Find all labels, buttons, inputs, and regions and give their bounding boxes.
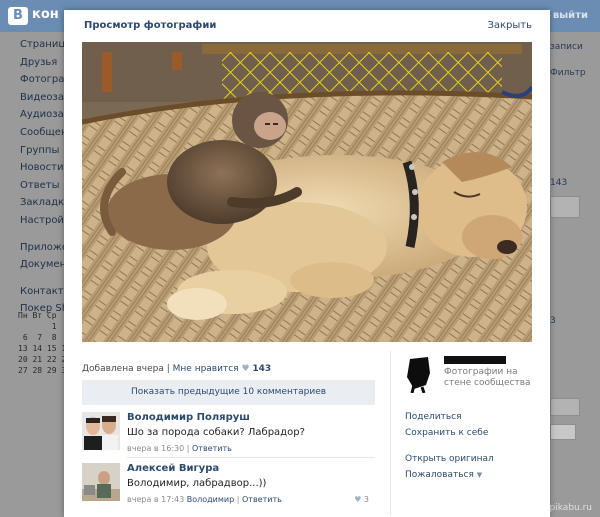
mention-link[interactable]: Володимир <box>187 495 234 504</box>
heart-icon[interactable]: ♥ <box>354 495 361 504</box>
watermark: pikabu.ru <box>549 503 592 513</box>
heart-icon[interactable]: ♥ <box>241 364 249 374</box>
avatar-image <box>82 412 120 450</box>
comment-info: вчера в 17:43 Володимир | Ответить <box>127 495 282 504</box>
bg-count: 143 <box>550 178 568 188</box>
vk-logo-icon[interactable]: В <box>8 7 28 25</box>
photo-meta: Добавлена вчера | Мне нравится ♥ 143 <box>82 364 271 374</box>
comment-separator: | <box>186 444 190 453</box>
comment-divider <box>127 457 375 458</box>
comment-time[interactable]: вчера в 17:43 <box>127 495 184 504</box>
like-count[interactable]: 143 <box>252 364 271 374</box>
actions-gap <box>405 441 494 451</box>
close-link[interactable]: Закрыть <box>487 20 532 31</box>
comment-time[interactable]: вчера в 16:30 <box>127 444 184 453</box>
reply-link[interactable]: Ответить <box>242 495 282 504</box>
posts-link[interactable]: записи <box>550 42 583 52</box>
bg-button[interactable] <box>550 196 580 218</box>
open-original-link[interactable]: Открыть оригинал <box>405 451 494 467</box>
report-link[interactable]: Пожаловаться ▼ <box>405 467 494 483</box>
reply-link[interactable]: Ответить <box>192 444 232 453</box>
modal-title: Просмотр фотографии <box>84 20 217 31</box>
filter-link[interactable]: Фильтр <box>550 68 586 78</box>
report-label[interactable]: Пожаловаться <box>405 470 474 480</box>
photo-illustration <box>82 42 532 342</box>
logo-text: кон <box>32 7 59 22</box>
share-link[interactable]: Поделиться <box>405 409 494 425</box>
photo-actions: Поделиться Сохранить к себе Открыть ориг… <box>405 409 494 483</box>
comment-likes[interactable]: ♥ 3 <box>354 495 369 504</box>
save-link[interactable]: Сохранить к себе <box>405 425 494 441</box>
photo-image[interactable] <box>82 42 532 342</box>
photo-owner: Фотографии на стене сообщества <box>404 355 539 400</box>
comment-text: Володимир, лабрадвор...)) <box>127 478 267 489</box>
avatar-image <box>82 463 120 501</box>
comment-author[interactable]: Алексей Вигура <box>127 463 219 474</box>
avatar[interactable] <box>82 463 120 501</box>
bg-button[interactable] <box>550 398 580 416</box>
owner-avatar[interactable] <box>404 355 434 393</box>
comment-text: Шо за порода собаки? Лабрадор? <box>127 427 305 438</box>
owner-name-redacted[interactable] <box>444 356 506 364</box>
bg-count: 3 <box>550 316 556 326</box>
owner-subtitle: Фотографии на стене сообщества <box>444 367 531 388</box>
avatar[interactable] <box>82 412 120 450</box>
added-date: Добавлена вчера <box>82 364 164 374</box>
sidebar-divider <box>390 351 391 516</box>
logout-link[interactable]: выйти <box>553 10 588 21</box>
comment-like-count[interactable]: 3 <box>364 495 369 504</box>
comment-author[interactable]: Володимир Поляруш <box>127 412 250 423</box>
comment-separator: | <box>236 495 240 504</box>
like-button[interactable]: Мне нравится <box>173 364 239 374</box>
bg-input[interactable] <box>550 424 576 440</box>
meta-separator: | <box>166 364 170 374</box>
photo-viewer-modal: Просмотр фотографии Закрыть Добавлена вч… <box>64 10 550 517</box>
comment-info: вчера в 16:30 | Ответить <box>127 444 232 453</box>
show-previous-comments-button[interactable]: Показать предыдущие 10 комментариев <box>82 380 375 405</box>
chevron-down-icon[interactable]: ▼ <box>477 471 482 479</box>
